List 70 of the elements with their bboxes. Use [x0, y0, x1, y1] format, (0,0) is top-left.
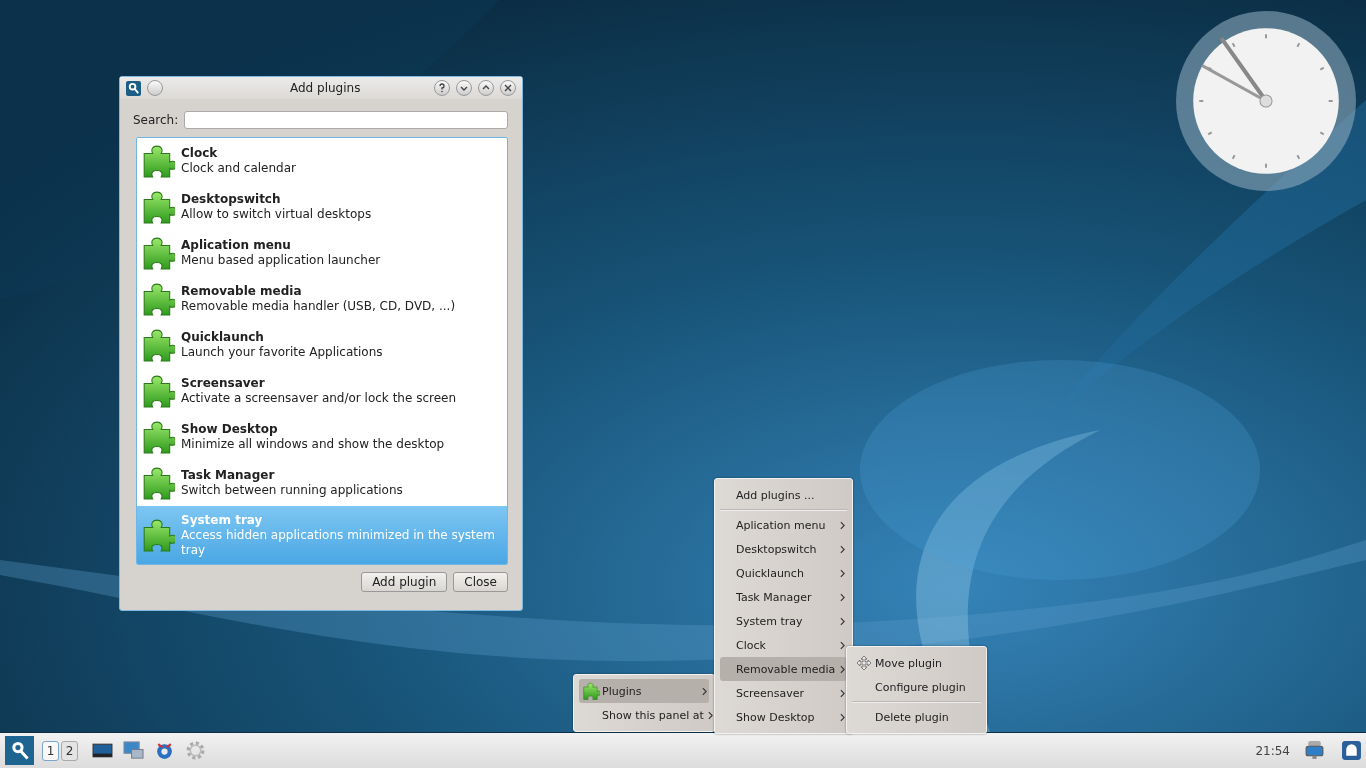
move-icon [855, 655, 872, 671]
plugin-name: Task Manager [181, 468, 276, 483]
plugin-list-item[interactable]: Clock Clock and calendar [137, 138, 507, 184]
puzzle-icon [141, 282, 175, 316]
plugin-description: Removable media handler (USB, CD, DVD, ...) [181, 299, 456, 314]
search-icon[interactable] [126, 80, 141, 96]
plugin-list-item[interactable]: Task Manager Switch between running applications [137, 460, 507, 506]
search-label: Search: [133, 113, 179, 127]
plugin-description: Allow to switch virtual desktops [181, 207, 372, 222]
menu-item[interactable]: System tray [720, 609, 847, 633]
plugin-description: Activate a screensaver and/or lock the screen [181, 391, 457, 406]
plugin-name: Removable media [181, 284, 303, 299]
puzzle-icon [141, 144, 175, 178]
plugin-description: Menu based application launcher [181, 253, 381, 268]
plugin-list-item[interactable]: Show Desktop Minimize all windows and show the desktop [137, 414, 507, 460]
maximize-button[interactable] [478, 80, 494, 96]
dialog-button[interactable]: Add plugin [361, 572, 448, 592]
puzzle-icon [581, 682, 600, 700]
plugin-description: Access hidden applications minimized in the system tray [181, 527, 496, 558]
menu-item[interactable]: Move plugin [852, 651, 981, 675]
plugin-name: Show Desktop [181, 422, 279, 437]
puzzle-icon [141, 328, 175, 362]
desktop-button[interactable]: 1 [42, 740, 59, 761]
plugin-list-item[interactable]: Aplication menu Menu based application launcher [137, 230, 507, 276]
plugin-list-item[interactable]: Quicklaunch Launch your favorite Applications [137, 322, 507, 368]
plugin-description: Launch your favorite Applications [181, 345, 383, 360]
menu-item[interactable]: Plugins [579, 679, 709, 703]
dialog-button[interactable]: Close [453, 572, 508, 592]
menu-item[interactable]: Configure plugin [852, 675, 981, 699]
menu-item[interactable]: Delete plugin [852, 705, 981, 729]
plugin-name: Desktopswitch [181, 192, 282, 207]
plugin-name: Quicklaunch [181, 330, 265, 345]
plugin-description: Minimize all windows and show the desktop [181, 437, 445, 452]
desktop-button[interactable]: 2 [61, 740, 78, 761]
close-button[interactable] [500, 80, 516, 96]
menu-item[interactable]: Clock [720, 633, 847, 657]
plugin-name: Aplication menu [181, 238, 292, 253]
minimize-button[interactable] [456, 80, 472, 96]
windows-icon[interactable] [123, 740, 144, 761]
plugin-list-item[interactable]: Removable media Removable media handler (USB, CD, DVD, ...) [137, 276, 507, 322]
plugin-description: Clock and calendar [181, 161, 296, 176]
menu-item[interactable]: Show this panel at [579, 703, 709, 727]
menu-item[interactable]: Add plugins ... [720, 483, 847, 507]
clock-time: 21:54 [1255, 743, 1290, 758]
menu-item[interactable]: Show Desktop [720, 705, 847, 729]
menu-item[interactable]: Aplication menu [720, 513, 847, 537]
puzzle-icon [141, 236, 175, 270]
plugin-list-item[interactable]: Desktopswitch Allow to switch virtual desktops [137, 184, 507, 230]
search-icon[interactable] [5, 736, 34, 765]
puzzle-icon [141, 518, 175, 552]
menu-item[interactable]: Removable media [720, 657, 847, 681]
plugin-name: System tray [181, 512, 264, 528]
plugin-name: Clock [181, 146, 219, 161]
plugin-name: Screensaver [181, 376, 266, 391]
help-button[interactable] [434, 80, 450, 96]
puzzle-icon [141, 420, 175, 454]
puzzle-icon [141, 466, 175, 500]
menu-item[interactable]: Screensaver [720, 681, 847, 705]
puzzle-icon [141, 190, 175, 224]
pin-button[interactable] [147, 80, 163, 96]
plugin-list-item[interactable]: Screensaver Activate a screensaver and/or lock the screen [137, 368, 507, 414]
lock-icon[interactable] [1341, 740, 1362, 761]
plugin-description: Switch between running applications [181, 483, 403, 498]
menu-item[interactable]: Quicklaunch [720, 561, 847, 585]
menu-item[interactable]: Desktopswitch [720, 537, 847, 561]
window-title: Add plugins [290, 81, 361, 95]
network-icon[interactable] [1304, 740, 1325, 761]
puzzle-icon [141, 374, 175, 408]
search-field[interactable] [184, 111, 508, 129]
menu-item[interactable]: Task Manager [720, 585, 847, 609]
